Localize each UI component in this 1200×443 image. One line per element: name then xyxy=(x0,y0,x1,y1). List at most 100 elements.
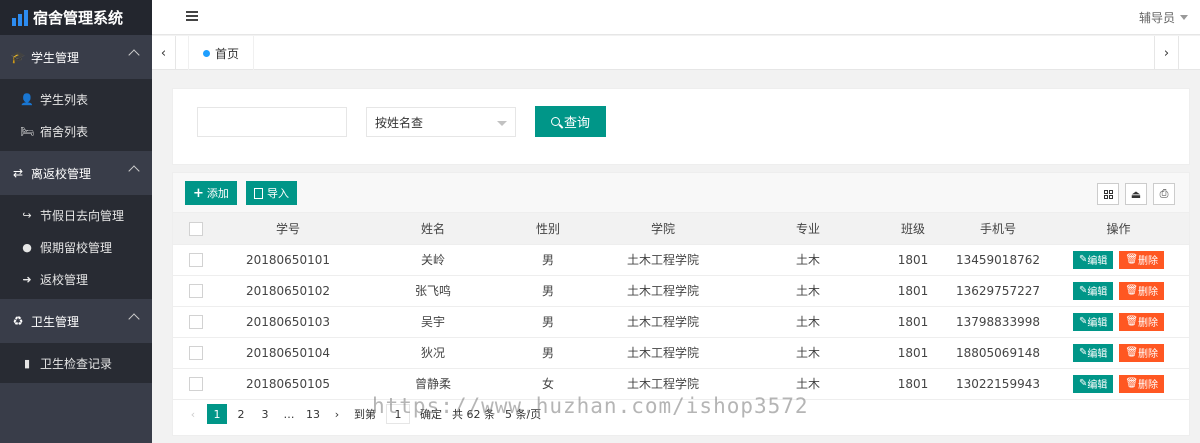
column-header: 操作 xyxy=(1048,213,1189,245)
import-button[interactable]: 导入 xyxy=(246,181,297,205)
column-header[interactable]: 姓名 xyxy=(358,213,508,245)
page-button[interactable]: 2 xyxy=(231,404,251,424)
cell-gender: 男 xyxy=(508,275,588,307)
cell-name: 狄况 xyxy=(358,337,508,369)
nav-group-student-items: 👤 学生列表 🛏 宿舍列表 xyxy=(0,79,152,151)
cell-actions: ✎ 编辑 🗑 删除 xyxy=(1048,244,1189,276)
column-header[interactable]: 专业 xyxy=(738,213,878,245)
edit-button[interactable]: ✎ 编辑 xyxy=(1072,250,1114,269)
user-icon: 👤 xyxy=(20,92,34,106)
page-button[interactable]: 3 xyxy=(255,404,275,424)
column-header[interactable]: 班级 xyxy=(878,213,948,245)
cell-phone: 13798833998 xyxy=(948,306,1048,338)
pencil-icon: ✎ xyxy=(1078,347,1088,358)
cell-student-id: 20180650104 xyxy=(218,337,358,369)
table-row: 20180650103 吴宇 男 土木工程学院 土木 1801 13798833… xyxy=(173,306,1189,338)
sidebar-item-label: 返校管理 xyxy=(40,272,89,287)
cell-class: 1801 xyxy=(878,368,948,400)
delete-button[interactable]: 🗑 删除 xyxy=(1119,343,1165,362)
select-all-cell[interactable] xyxy=(173,213,218,245)
pencil-icon: ✎ xyxy=(1078,378,1088,389)
delete-button[interactable]: 🗑 删除 xyxy=(1119,281,1165,300)
query-button[interactable]: 查询 xyxy=(535,106,606,137)
sidebar-item-return[interactable]: ➜ 返校管理 xyxy=(0,263,152,295)
tab-home[interactable]: 首页 xyxy=(188,36,255,70)
sidebar-item-label: 学生列表 xyxy=(40,92,89,107)
table-header-row: 学号 姓名 性别 学院 专业 班级 手机号 操作 xyxy=(173,213,1189,245)
sidebar-item-holiday-stay[interactable]: ● 假期留校管理 xyxy=(0,231,152,263)
sidebar-item-label: 卫生检查记录 xyxy=(40,356,113,371)
search-type-select[interactable]: 按姓名查 xyxy=(366,107,516,137)
table-row: 20180650104 狄况 男 土木工程学院 土木 1801 18805069… xyxy=(173,337,1189,369)
sidebar-item-student-list[interactable]: 👤 学生列表 xyxy=(0,83,152,115)
cell-phone: 13459018762 xyxy=(948,244,1048,276)
cell-name: 吴宇 xyxy=(358,306,508,338)
delete-button[interactable]: 🗑 删除 xyxy=(1119,374,1165,393)
edit-label: 编辑 xyxy=(1087,256,1108,267)
column-header[interactable]: 性别 xyxy=(508,213,588,245)
tab-scroll-right-icon[interactable]: › xyxy=(1154,36,1178,70)
cell-name: 张飞鸣 xyxy=(358,275,508,307)
columns-filter-icon[interactable] xyxy=(1097,183,1119,205)
edit-button[interactable]: ✎ 编辑 xyxy=(1072,281,1114,300)
sidebar-item-dorm-list[interactable]: 🛏 宿舍列表 xyxy=(0,115,152,147)
sidebar-item-holiday-destination[interactable]: ↪ 节假日去向管理 xyxy=(0,199,152,231)
page-button[interactable]: 13 xyxy=(303,404,323,424)
row-checkbox[interactable] xyxy=(188,252,203,267)
export-icon[interactable]: ⏏ xyxy=(1125,183,1147,205)
next-page-icon[interactable]: › xyxy=(327,404,347,424)
cell-phone: 13629757227 xyxy=(948,275,1048,307)
cell-major: 土木 xyxy=(738,306,878,338)
nav-group-label: 卫生管理 xyxy=(31,314,80,329)
edit-button[interactable]: ✎ 编辑 xyxy=(1072,312,1114,331)
document-icon xyxy=(254,187,263,199)
search-input[interactable] xyxy=(197,107,347,137)
nav-group-student[interactable]: 🎓 学生管理 xyxy=(0,35,152,79)
cell-actions: ✎ 编辑 🗑 删除 xyxy=(1048,368,1189,400)
column-header[interactable]: 学院 xyxy=(588,213,738,245)
prev-page-icon[interactable]: ‹ xyxy=(183,404,203,424)
column-header[interactable]: 手机号 xyxy=(948,213,1048,245)
row-checkbox[interactable] xyxy=(188,376,203,391)
exchange-icon: ⇄ xyxy=(12,166,24,180)
pencil-icon: ✎ xyxy=(1078,254,1088,265)
edit-button[interactable]: ✎ 编辑 xyxy=(1072,374,1114,393)
tab-scroll-left-icon[interactable]: ‹ xyxy=(152,36,176,70)
delete-button[interactable]: 🗑 删除 xyxy=(1119,312,1165,331)
trash-icon: 🗑 xyxy=(1125,347,1139,358)
nav-group-hygiene[interactable]: ♻ 卫生管理 xyxy=(0,299,152,343)
cell-college: 土木工程学院 xyxy=(588,306,738,338)
table-toolbar: + 添加 导入 ⏏ ⎙ xyxy=(173,173,1189,213)
cell-class: 1801 xyxy=(878,306,948,338)
sign-out-icon: ↪ xyxy=(22,208,32,222)
chevron-down-icon xyxy=(497,121,507,126)
sidebar-item-hygiene-records[interactable]: ▮ 卫生检查记录 xyxy=(0,347,152,379)
select-all-checkbox[interactable] xyxy=(188,221,203,236)
delete-button[interactable]: 🗑 删除 xyxy=(1119,250,1165,269)
cell-class: 1801 xyxy=(878,275,948,307)
row-checkbox[interactable] xyxy=(188,345,203,360)
row-checkbox[interactable] xyxy=(188,314,203,329)
bar-chart-icon: ▮ xyxy=(23,356,31,370)
add-button[interactable]: + 添加 xyxy=(185,181,237,205)
delete-label: 删除 xyxy=(1138,380,1159,391)
column-header[interactable]: 学号 xyxy=(218,213,358,245)
chevron-up-icon xyxy=(128,165,140,177)
globe-icon: ● xyxy=(22,240,32,254)
cell-class: 1801 xyxy=(878,337,948,369)
print-icon[interactable]: ⎙ xyxy=(1153,183,1175,205)
edit-button[interactable]: ✎ 编辑 xyxy=(1072,343,1114,362)
tab-options-icon[interactable] xyxy=(1178,36,1200,70)
search-type-value: 按姓名查 xyxy=(375,115,424,130)
cell-student-id: 20180650101 xyxy=(218,244,358,276)
chevron-up-icon xyxy=(128,313,140,325)
import-button-label: 导入 xyxy=(267,187,289,200)
row-checkbox[interactable] xyxy=(188,283,203,298)
menu-toggle-icon[interactable] xyxy=(186,11,198,21)
nav-group-leave-return[interactable]: ⇄ 离返校管理 xyxy=(0,151,152,195)
sidebar-item-label: 宿舍列表 xyxy=(40,124,89,139)
cell-major: 土木 xyxy=(738,275,878,307)
nav-group-label: 离返校管理 xyxy=(31,166,92,181)
user-menu[interactable]: 辅导员 xyxy=(1139,9,1188,26)
page-button[interactable]: 1 xyxy=(207,404,227,424)
